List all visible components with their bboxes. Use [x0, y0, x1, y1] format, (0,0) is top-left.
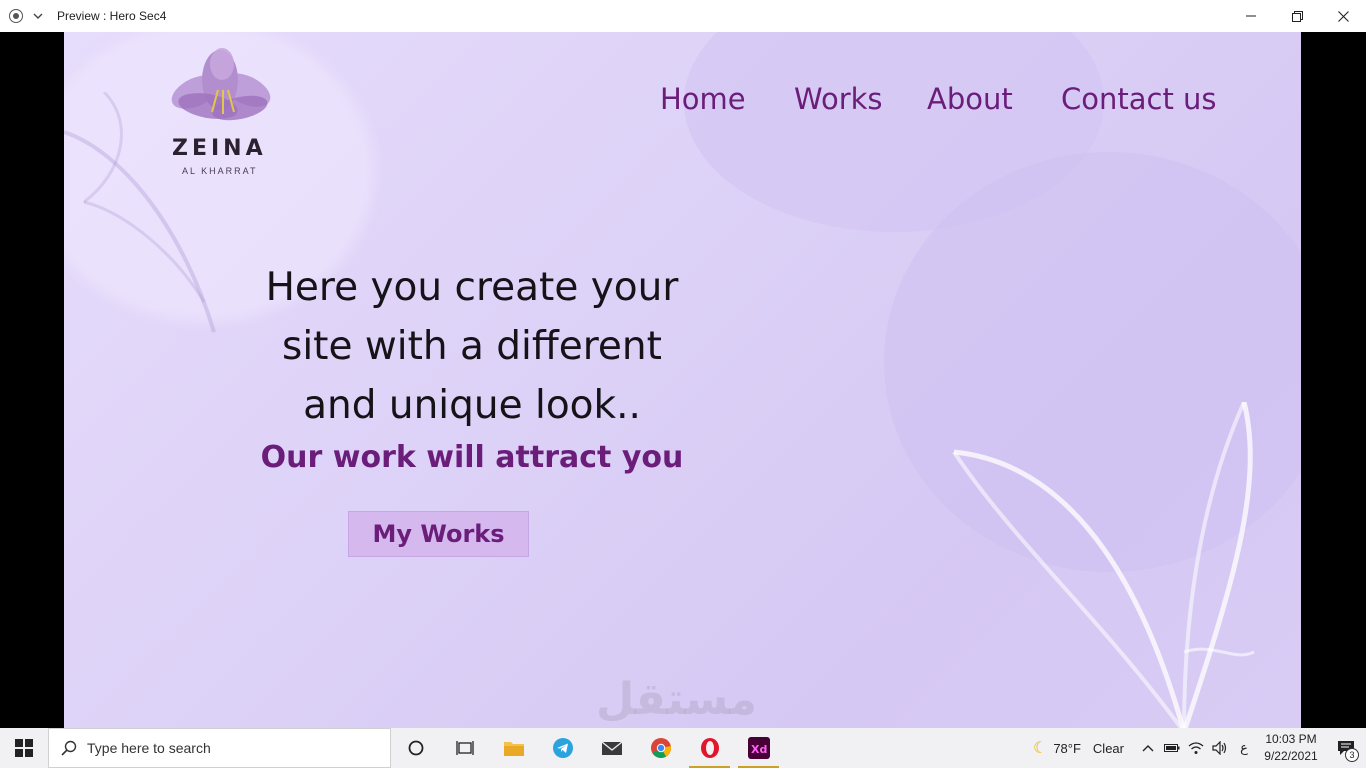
minimize-button[interactable] — [1228, 0, 1274, 32]
brand-subtitle: AL KHARRAT — [182, 166, 258, 176]
telegram-icon[interactable] — [538, 728, 587, 768]
hero-heading-line: Here you create your — [265, 265, 679, 310]
task-view-icon[interactable] — [440, 728, 489, 768]
battery-icon[interactable] — [1160, 728, 1184, 768]
restore-button[interactable] — [1274, 0, 1320, 32]
window-titlebar: Preview : Hero Sec4 — [0, 0, 1366, 32]
volume-icon[interactable] — [1208, 728, 1232, 768]
opera-icon[interactable] — [685, 728, 734, 768]
search-placeholder: Type here to search — [87, 740, 211, 756]
hero-heading-line: and unique look.. — [303, 383, 641, 428]
chevron-down-icon[interactable] — [31, 9, 45, 23]
mail-icon[interactable] — [587, 728, 636, 768]
close-button[interactable] — [1320, 0, 1366, 32]
cortana-icon[interactable] — [391, 728, 440, 768]
leaf-decoration-icon — [952, 402, 1255, 728]
hero-subheading: Our work will attract you — [260, 440, 684, 475]
notification-count-badge: 3 — [1345, 748, 1359, 762]
flower-logo-icon — [171, 48, 271, 121]
taskbar-search-box[interactable]: Type here to search — [48, 728, 391, 768]
action-center-button[interactable]: 3 — [1326, 728, 1366, 768]
record-icon[interactable] — [9, 9, 23, 23]
wifi-icon[interactable] — [1184, 728, 1208, 768]
hero-heading: Here you create your site with a differe… — [244, 258, 700, 435]
svg-text:Xd: Xd — [751, 743, 767, 756]
brand-logo[interactable]: ZEINA AL KHARRAT — [160, 40, 290, 176]
windows-taskbar: Type here to search Xd ☾ 78°F Clear ع 10… — [0, 728, 1366, 768]
left-letterbox — [0, 32, 64, 728]
weather-temperature: 78°F — [1053, 740, 1081, 756]
hero-heading-line: site with a different — [282, 324, 662, 369]
search-icon — [61, 740, 77, 756]
chrome-icon[interactable] — [636, 728, 685, 768]
taskbar-clock[interactable]: 10:03 PM 9/22/2021 — [1256, 731, 1326, 765]
nav-item-home[interactable]: Home — [660, 82, 746, 116]
input-language-indicator[interactable]: ع — [1232, 728, 1256, 768]
windows-logo-icon — [15, 739, 33, 757]
start-button[interactable] — [0, 728, 48, 768]
clock-time: 10:03 PM — [1265, 732, 1317, 746]
nav-item-about[interactable]: About — [927, 82, 1013, 116]
window-title: Preview : Hero Sec4 — [57, 9, 167, 23]
moon-icon: ☾ — [1032, 740, 1048, 757]
file-explorer-icon[interactable] — [489, 728, 538, 768]
weather-widget[interactable]: ☾ 78°F Clear — [1033, 738, 1124, 758]
brand-name: ZEINA — [172, 136, 267, 161]
my-works-button[interactable]: My Works — [348, 511, 529, 557]
weather-description: Clear — [1092, 740, 1124, 756]
chevron-up-icon[interactable] — [1136, 728, 1160, 768]
nav-item-contact[interactable]: Contact us — [1061, 82, 1217, 116]
watermark-text: مستقل — [596, 674, 757, 725]
right-letterbox — [1301, 32, 1366, 728]
nav-item-works[interactable]: Works — [794, 82, 883, 116]
clock-date: 9/22/2021 — [1264, 749, 1318, 763]
adobe-xd-icon[interactable]: Xd — [734, 728, 783, 768]
hero-section: ZEINA AL KHARRAT Home Works About Contac… — [64, 32, 1301, 728]
